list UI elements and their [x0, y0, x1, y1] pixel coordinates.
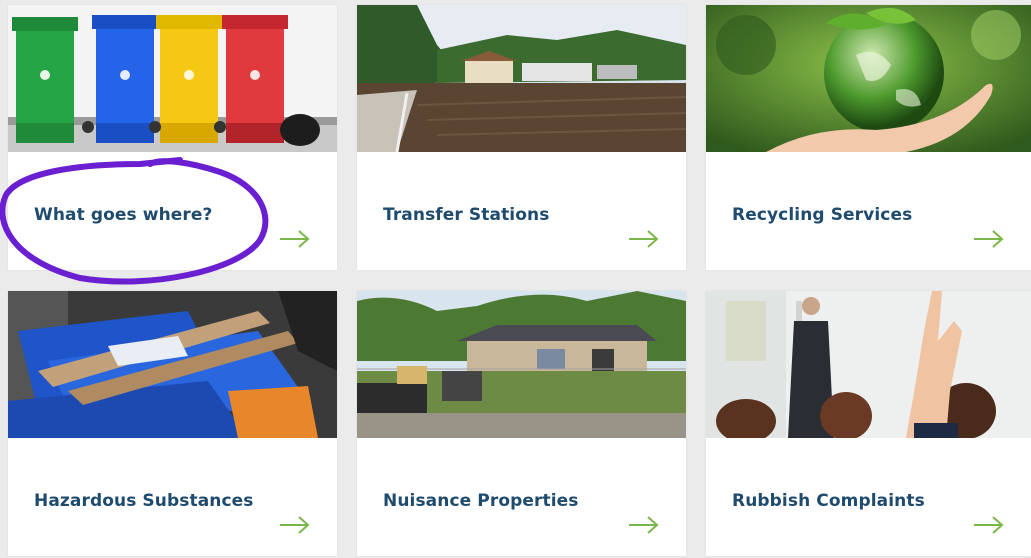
- arrow-right-icon[interactable]: [279, 515, 311, 535]
- card-title: Nuisance Properties: [383, 491, 579, 511]
- card-transfer-stations[interactable]: Transfer Stations: [357, 5, 686, 270]
- arrow-right-icon[interactable]: [628, 229, 660, 249]
- raised-hand-meeting-image: [706, 291, 1031, 438]
- nuisance-property-image: [357, 291, 686, 438]
- card-recycling-services[interactable]: Recycling Services: [706, 5, 1031, 270]
- card-title: Transfer Stations: [383, 205, 550, 225]
- card-title: Rubbish Complaints: [732, 491, 925, 511]
- arrow-right-icon[interactable]: [973, 229, 1005, 249]
- card-title: Recycling Services: [732, 205, 913, 225]
- card-title: Hazardous Substances: [34, 491, 254, 511]
- wheelie-bins-image: [8, 5, 337, 152]
- card-title: What goes where?: [34, 205, 213, 225]
- card-what-goes-where[interactable]: What goes where?: [8, 5, 337, 270]
- transfer-station-image: [357, 5, 686, 152]
- globe-in-hand-image: [706, 5, 1031, 152]
- card-rubbish-complaints[interactable]: Rubbish Complaints: [706, 291, 1031, 556]
- hazardous-waste-pile-image: [8, 291, 337, 438]
- arrow-right-icon[interactable]: [973, 515, 1005, 535]
- arrow-right-icon[interactable]: [628, 515, 660, 535]
- card-hazardous-substances[interactable]: Hazardous Substances: [8, 291, 337, 556]
- card-nuisance-properties[interactable]: Nuisance Properties: [357, 291, 686, 556]
- arrow-right-icon[interactable]: [279, 229, 311, 249]
